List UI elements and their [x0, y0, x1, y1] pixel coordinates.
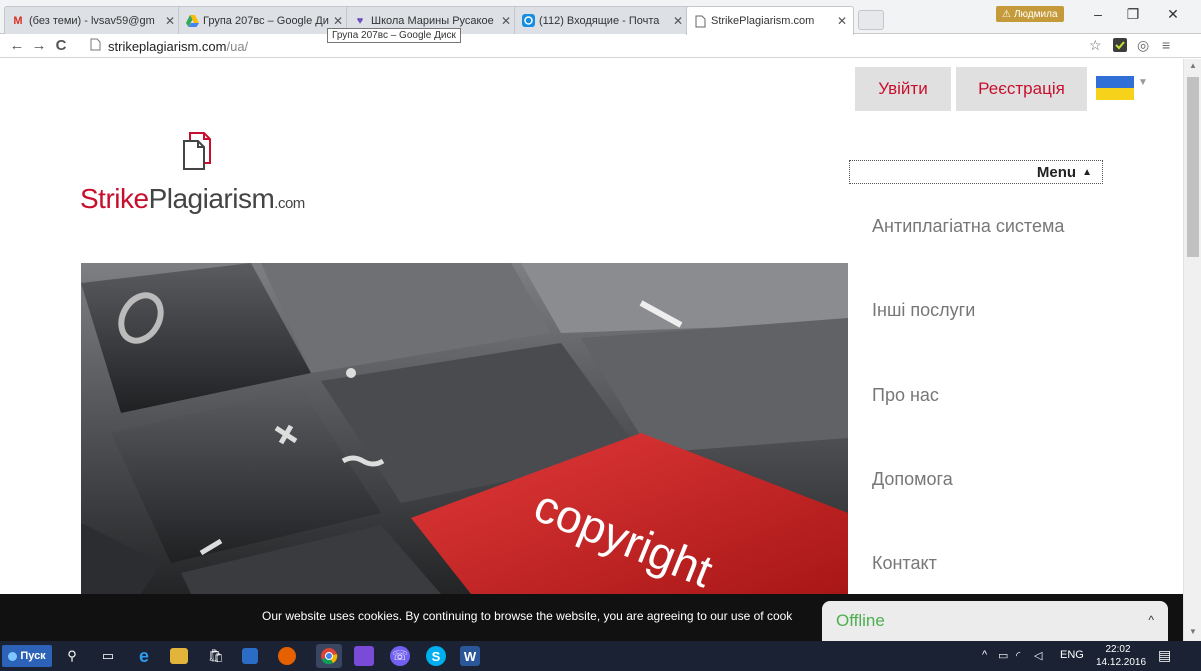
edge-icon[interactable]: e	[134, 646, 154, 666]
window-close-icon[interactable]: ✕	[1158, 6, 1188, 23]
page-icon	[90, 38, 104, 54]
menu-item-other-services[interactable]: Інші послуги	[872, 300, 975, 321]
new-tab-button[interactable]	[858, 10, 884, 30]
browser-menu-icon[interactable]: ≡	[1162, 37, 1170, 53]
close-icon[interactable]: ✕	[837, 14, 847, 28]
firefox-icon[interactable]	[278, 647, 296, 665]
chat-status: Offline	[836, 611, 885, 630]
menu-item-antiplagiarism[interactable]: Антиплагіатна система	[872, 216, 1064, 237]
scroll-down-icon[interactable]: ▼	[1184, 627, 1201, 636]
forward-arrow-icon[interactable]: →	[28, 37, 50, 54]
profile-name: Людмила	[1013, 8, 1058, 20]
media-player-icon[interactable]	[242, 648, 258, 664]
reload-icon[interactable]: C	[50, 37, 72, 54]
back-arrow-icon[interactable]: ←	[6, 37, 28, 54]
page-icon	[693, 14, 707, 28]
menu-item-help[interactable]: Допомога	[872, 469, 953, 490]
site-icon: ♥	[356, 14, 364, 27]
restore-icon[interactable]: ❐	[1118, 6, 1148, 23]
login-button[interactable]: Увійти	[855, 67, 951, 111]
close-icon[interactable]: ✕	[501, 14, 511, 28]
windows-logo-icon	[8, 651, 18, 661]
tab-title: (112) Входящие - Почта	[539, 14, 660, 27]
menu-item-contact[interactable]: Контакт	[872, 553, 937, 574]
tab-gmail[interactable]: M (без теми) - lvsav59@gm ✕	[4, 6, 182, 34]
task-view-icon[interactable]: ▭	[98, 646, 118, 666]
language-indicator[interactable]: ENG	[1060, 649, 1084, 661]
ukraine-flag-icon[interactable]	[1096, 76, 1134, 100]
start-label: Пуск	[20, 650, 46, 662]
wifi-icon[interactable]: ◜	[1016, 649, 1020, 662]
documents-icon	[183, 132, 211, 170]
tab-strikeplagiarism[interactable]: StrikePlagiarism.com ✕	[686, 6, 854, 35]
register-button[interactable]: Реєстрація	[956, 67, 1087, 111]
tab-title: StrikePlagiarism.com	[711, 15, 815, 27]
chevron-up-icon[interactable]: ^	[1148, 613, 1154, 627]
logo-wordmark: StrikePlagiarism.com	[80, 183, 305, 215]
extension-circle-icon[interactable]: ◎	[1137, 37, 1149, 54]
page-content: Увійти Реєстрація ▼ StrikePlagiarism.com…	[0, 59, 1183, 594]
viber-icon[interactable]: ☏	[390, 646, 410, 666]
mail-icon	[521, 14, 535, 28]
scroll-thumb[interactable]	[1187, 77, 1199, 257]
store-icon[interactable]: 🛍	[206, 646, 226, 666]
file-explorer-icon[interactable]	[170, 648, 188, 664]
clock-date: 14.12.2016	[1096, 657, 1147, 668]
tray-chevron-icon[interactable]: ^	[982, 649, 987, 661]
tab-title: (без теми) - lvsav59@gm	[29, 14, 155, 27]
skype-icon[interactable]: S	[426, 646, 446, 666]
triangle-up-icon: ▲	[1082, 166, 1092, 178]
profile-button[interactable]: ⚠ Людмила	[996, 6, 1064, 22]
battery-icon[interactable]: ▭	[998, 649, 1008, 662]
url-path: /ua/	[226, 38, 249, 54]
onenote-icon[interactable]	[354, 646, 374, 666]
scroll-up-icon[interactable]: ▲	[1184, 61, 1201, 70]
start-button[interactable]: Пуск	[2, 645, 52, 667]
logo-plagiarism: Plagiarism	[148, 183, 275, 214]
menu-toggle-label: Menu	[1036, 163, 1077, 181]
tab-mail[interactable]: (112) Входящие - Почта ✕	[514, 6, 690, 34]
logo-strike: Strike	[80, 183, 149, 214]
menu-item-about[interactable]: Про нас	[872, 385, 939, 406]
browser-tab-strip: M (без теми) - lvsav59@gm ✕ Група 207вс …	[0, 0, 1201, 35]
close-icon[interactable]: ✕	[673, 14, 683, 28]
warning-icon: ⚠	[1002, 8, 1011, 20]
hero-image-keyboard: copyright	[81, 263, 848, 594]
browser-toolbar: ← → C strikeplagiarism.com/ua/ ☆ ◎ ≡	[0, 34, 1201, 58]
extension-icon[interactable]	[1113, 38, 1127, 52]
tab-tooltip: Група 207вс – Google Диск	[327, 28, 461, 43]
notifications-icon[interactable]: ▤	[1158, 647, 1171, 664]
site-logo[interactable]: StrikePlagiarism.com	[80, 131, 340, 221]
logo-com: .com	[274, 195, 305, 212]
word-icon[interactable]: W	[460, 646, 480, 666]
chevron-down-icon[interactable]: ▼	[1138, 77, 1148, 88]
volume-icon[interactable]: ◁	[1034, 649, 1042, 662]
tab-title: Школа Марины Русакое	[371, 14, 494, 27]
close-icon[interactable]: ✕	[165, 14, 175, 28]
cookie-text: Our website uses cookies. By continuing …	[262, 609, 793, 623]
close-icon[interactable]: ✕	[333, 14, 343, 28]
google-drive-icon	[185, 14, 199, 28]
windows-taskbar: Пуск ⚲ ▭ e 🛍 ☏ S W ^ ▭ ◜ ◁ ENG 22:02 14.…	[0, 641, 1201, 671]
clock-time: 22:02	[1105, 644, 1131, 655]
url-host: strikeplagiarism.com	[108, 38, 227, 54]
tab-title: Група 207вс – Google Ди	[203, 14, 329, 27]
chat-widget[interactable]: Offline ^	[822, 601, 1168, 641]
menu-toggle-button[interactable]: Menu ▲	[849, 160, 1103, 184]
chrome-icon[interactable]	[316, 644, 342, 668]
gmail-icon: M	[13, 14, 23, 27]
address-bar[interactable]: strikeplagiarism.com/ua/	[90, 36, 1080, 56]
search-icon[interactable]: ⚲	[62, 646, 82, 666]
bookmark-star-icon[interactable]: ☆	[1089, 37, 1102, 54]
minimize-icon[interactable]: –	[1083, 6, 1113, 22]
page-scrollbar[interactable]: ▲ ▼	[1183, 59, 1201, 641]
system-clock[interactable]: 22:02 14.12.2016	[1096, 643, 1147, 669]
tab-google-drive[interactable]: Група 207вс – Google Ди ✕	[178, 6, 350, 34]
